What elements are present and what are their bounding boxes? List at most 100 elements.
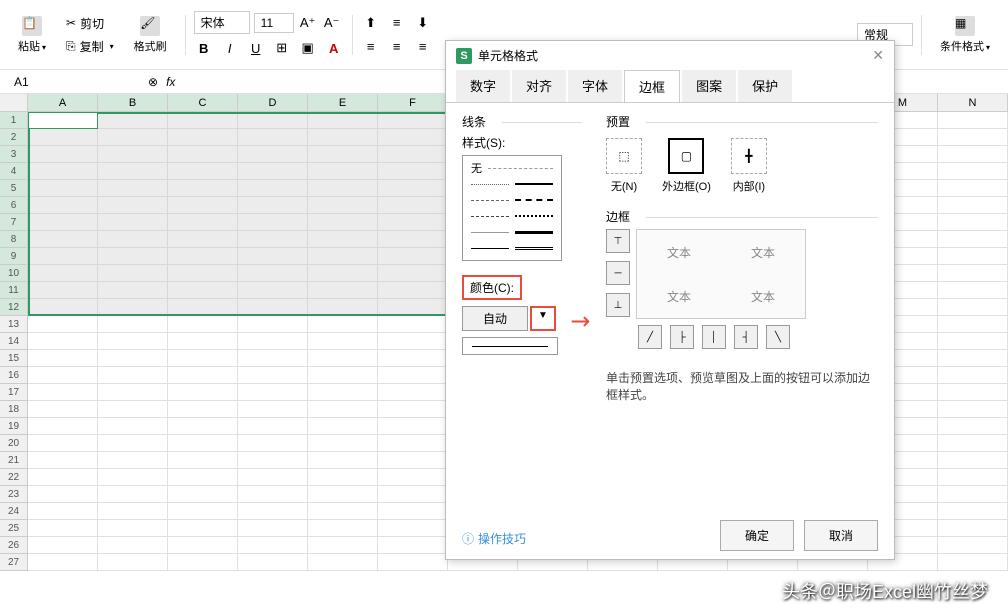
cell[interactable]: [28, 231, 98, 248]
cell[interactable]: [98, 367, 168, 384]
cell[interactable]: [378, 418, 448, 435]
cell[interactable]: [168, 384, 238, 401]
cell[interactable]: [308, 333, 378, 350]
cell[interactable]: [168, 418, 238, 435]
border-right-button[interactable]: ┤: [734, 325, 758, 349]
cell[interactable]: [378, 333, 448, 350]
cell[interactable]: [308, 367, 378, 384]
cell[interactable]: [308, 146, 378, 163]
cell[interactable]: [28, 503, 98, 520]
cell[interactable]: [28, 384, 98, 401]
cell[interactable]: [378, 146, 448, 163]
row-header[interactable]: 11: [0, 282, 28, 299]
cell[interactable]: [28, 112, 98, 129]
cell[interactable]: [238, 265, 308, 282]
cell[interactable]: [238, 418, 308, 435]
cell[interactable]: [378, 180, 448, 197]
cell[interactable]: [98, 129, 168, 146]
cell[interactable]: [308, 129, 378, 146]
copy-button[interactable]: ⎘复制▾: [60, 36, 120, 57]
cell[interactable]: [938, 299, 1008, 316]
cell[interactable]: [938, 435, 1008, 452]
cell[interactable]: [238, 163, 308, 180]
cell[interactable]: [938, 265, 1008, 282]
cell[interactable]: [168, 163, 238, 180]
cell[interactable]: [168, 554, 238, 571]
row-header[interactable]: 22: [0, 469, 28, 486]
cell[interactable]: [168, 520, 238, 537]
cell[interactable]: [938, 163, 1008, 180]
cell[interactable]: [238, 146, 308, 163]
cell[interactable]: [308, 554, 378, 571]
cell[interactable]: [168, 537, 238, 554]
cell[interactable]: [938, 503, 1008, 520]
cell[interactable]: [98, 503, 168, 520]
cell[interactable]: [98, 163, 168, 180]
border-hmid-button[interactable]: ─: [606, 261, 630, 285]
cancel-button[interactable]: 取消: [804, 520, 878, 551]
cond-format-button[interactable]: ▦ 条件格式▾: [934, 14, 996, 56]
cell[interactable]: [938, 469, 1008, 486]
cell[interactable]: [28, 146, 98, 163]
cell[interactable]: [98, 265, 168, 282]
row-header[interactable]: 16: [0, 367, 28, 384]
cell[interactable]: [238, 299, 308, 316]
cell[interactable]: [238, 503, 308, 520]
cell[interactable]: [28, 333, 98, 350]
cell[interactable]: [308, 248, 378, 265]
cell[interactable]: [378, 282, 448, 299]
cell[interactable]: [308, 486, 378, 503]
cell[interactable]: [238, 401, 308, 418]
cell[interactable]: [28, 435, 98, 452]
border-diag1-button[interactable]: ╱: [638, 325, 662, 349]
cell[interactable]: [378, 469, 448, 486]
cell[interactable]: [98, 350, 168, 367]
cell[interactable]: [938, 367, 1008, 384]
cell[interactable]: [378, 163, 448, 180]
cell[interactable]: [378, 231, 448, 248]
cell[interactable]: [378, 197, 448, 214]
cell[interactable]: [168, 333, 238, 350]
row-header[interactable]: 12: [0, 299, 28, 316]
cell[interactable]: [168, 146, 238, 163]
cell[interactable]: [308, 112, 378, 129]
cell[interactable]: [378, 129, 448, 146]
cell[interactable]: [168, 299, 238, 316]
cell[interactable]: [938, 180, 1008, 197]
cell[interactable]: [238, 231, 308, 248]
cell[interactable]: [28, 163, 98, 180]
close-icon[interactable]: ✕: [872, 47, 884, 64]
cell[interactable]: [238, 248, 308, 265]
row-header[interactable]: 4: [0, 163, 28, 180]
col-header[interactable]: A: [28, 94, 98, 112]
cell[interactable]: [238, 282, 308, 299]
row-header[interactable]: 21: [0, 452, 28, 469]
cell[interactable]: [938, 129, 1008, 146]
col-header[interactable]: N: [938, 94, 1008, 112]
col-header[interactable]: B: [98, 94, 168, 112]
cell[interactable]: [28, 129, 98, 146]
bold-button[interactable]: B: [194, 38, 214, 58]
style-none[interactable]: 无: [471, 160, 482, 176]
border-button[interactable]: ⊞: [272, 38, 292, 58]
row-header[interactable]: 20: [0, 435, 28, 452]
cell[interactable]: [168, 316, 238, 333]
cell[interactable]: [308, 265, 378, 282]
cell[interactable]: [308, 503, 378, 520]
cell[interactable]: [308, 537, 378, 554]
cell[interactable]: [238, 333, 308, 350]
tab-保护[interactable]: 保护: [738, 70, 792, 102]
decrease-font-button[interactable]: A⁻: [322, 13, 342, 33]
cell[interactable]: [98, 486, 168, 503]
cell[interactable]: [938, 248, 1008, 265]
row-header[interactable]: 3: [0, 146, 28, 163]
format-brush-button[interactable]: 🖌 格式刷: [128, 14, 173, 56]
cell[interactable]: [168, 248, 238, 265]
row-header[interactable]: 6: [0, 197, 28, 214]
cell[interactable]: [98, 384, 168, 401]
border-top-button[interactable]: ⊤: [606, 229, 630, 253]
preset-inside-button[interactable]: ╋内部(I): [731, 138, 767, 194]
cell[interactable]: [168, 112, 238, 129]
tab-对齐[interactable]: 对齐: [512, 70, 566, 102]
cell[interactable]: [938, 486, 1008, 503]
